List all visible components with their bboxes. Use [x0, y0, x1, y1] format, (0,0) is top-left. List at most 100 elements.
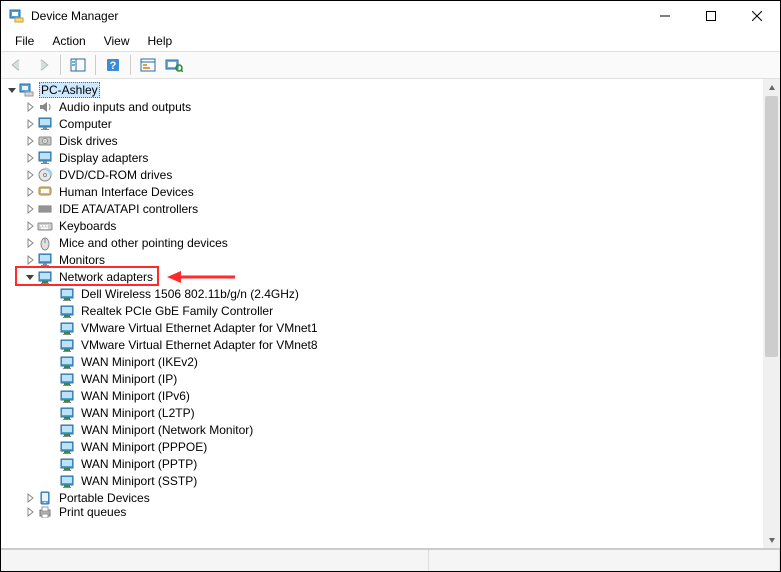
tree-label: Network adapters: [57, 270, 155, 284]
tree-row-cat-7[interactable]: Keyboards: [1, 217, 763, 234]
nic-icon: [59, 303, 75, 319]
toolbar: ?: [1, 51, 780, 79]
tree-label: Display adapters: [57, 151, 150, 165]
tree-row-cat-0[interactable]: Audio inputs and outputs: [1, 98, 763, 115]
nic-icon: [59, 388, 75, 404]
show-hide-tree-button[interactable]: [66, 54, 90, 76]
properties-button[interactable]: [136, 54, 160, 76]
tree-label: Computer: [57, 117, 114, 131]
tree-row-cat-1[interactable]: Computer: [1, 115, 763, 132]
device-tree[interactable]: PC-Ashley Audio inputs and outputs Compute…: [1, 79, 763, 548]
portable-icon: [37, 490, 53, 506]
status-cell: [1, 550, 429, 571]
tree-row-cat-10-child-3[interactable]: VMware Virtual Ethernet Adapter for VMne…: [1, 336, 763, 353]
tree-label: DVD/CD-ROM drives: [57, 168, 174, 182]
tree-row-cat-10-child-2[interactable]: VMware Virtual Ethernet Adapter for VMne…: [1, 319, 763, 336]
menu-view[interactable]: View: [96, 32, 138, 50]
monitor-icon: [37, 150, 53, 166]
tree-row-cat-10-child-5[interactable]: WAN Miniport (IP): [1, 370, 763, 387]
tree-row-cat-10-child-1[interactable]: Realtek PCIe GbE Family Controller: [1, 302, 763, 319]
menu-action[interactable]: Action: [44, 32, 93, 50]
nic-icon: [59, 371, 75, 387]
close-button[interactable]: [734, 1, 780, 31]
tree-row-cat-8[interactable]: Mice and other pointing devices: [1, 234, 763, 251]
tree-label: Keyboards: [57, 219, 118, 233]
tree-row-cat-10-child-8[interactable]: WAN Miniport (Network Monitor): [1, 421, 763, 438]
scroll-down-button[interactable]: [763, 531, 780, 548]
tree-row-cat-10-child-6[interactable]: WAN Miniport (IPv6): [1, 387, 763, 404]
tree-label: Portable Devices: [57, 491, 152, 505]
back-button[interactable]: [5, 54, 29, 76]
tree-row-cat-10[interactable]: Network adapters: [1, 268, 763, 285]
pc-icon: [19, 82, 35, 98]
speaker-icon: [37, 99, 53, 115]
tree-row-cat-10-child-9[interactable]: WAN Miniport (PPPOE): [1, 438, 763, 455]
svg-text:?: ?: [110, 60, 117, 72]
tree-label: WAN Miniport (SSTP): [79, 474, 199, 488]
nic-icon: [59, 439, 75, 455]
tree-label: WAN Miniport (IPv6): [79, 389, 192, 403]
nic-icon: [59, 320, 75, 336]
toolbar-separator: [60, 55, 61, 75]
nic-icon: [59, 473, 75, 489]
scroll-up-button[interactable]: [763, 79, 780, 96]
tree-row-cat-6[interactable]: IDE ATA/ATAPI controllers: [1, 200, 763, 217]
tree-row-cat-11[interactable]: Portable Devices: [1, 489, 763, 506]
mouse-icon: [37, 235, 53, 251]
tree-label: WAN Miniport (L2TP): [79, 406, 197, 420]
tree-row-cat-10-child-7[interactable]: WAN Miniport (L2TP): [1, 404, 763, 421]
tree-row-cat-5[interactable]: Human Interface Devices: [1, 183, 763, 200]
nic-icon: [59, 405, 75, 421]
monitor-icon: [37, 252, 53, 268]
tree-label: Disk drives: [57, 134, 120, 148]
tree-label: WAN Miniport (PPPOE): [79, 440, 209, 454]
tree-row-cat-9[interactable]: Monitors: [1, 251, 763, 268]
tree-row-cat-10-child-11[interactable]: WAN Miniport (SSTP): [1, 472, 763, 489]
keyboard-icon: [37, 218, 53, 234]
minimize-button[interactable]: [642, 1, 688, 31]
help-button[interactable]: ?: [101, 54, 125, 76]
window-title: Device Manager: [31, 9, 118, 23]
tree-row-root[interactable]: PC-Ashley: [1, 81, 763, 98]
scroll-thumb[interactable]: [765, 96, 778, 357]
tree-label: PC-Ashley: [39, 82, 100, 98]
tree-label: Realtek PCIe GbE Family Controller: [79, 304, 275, 318]
tree-row-cat-3[interactable]: Display adapters: [1, 149, 763, 166]
app-icon: [9, 8, 25, 24]
tree-label: WAN Miniport (Network Monitor): [79, 423, 255, 437]
monitor-icon: [37, 116, 53, 132]
tree-row-cat-12[interactable]: Print queues: [1, 506, 763, 518]
hid-icon: [37, 184, 53, 200]
disc-icon: [37, 167, 53, 183]
tree-row-cat-2[interactable]: Disk drives: [1, 132, 763, 149]
tree-row-cat-10-child-10[interactable]: WAN Miniport (PPTP): [1, 455, 763, 472]
toolbar-separator: [130, 55, 131, 75]
disk-icon: [37, 133, 53, 149]
tree-label: Audio inputs and outputs: [57, 100, 193, 114]
tree-label: WAN Miniport (IP): [79, 372, 179, 386]
tree-label: Mice and other pointing devices: [57, 236, 230, 250]
scroll-track[interactable]: [763, 96, 780, 531]
ide-icon: [37, 201, 53, 217]
menu-file[interactable]: File: [7, 32, 42, 50]
tree-label: VMware Virtual Ethernet Adapter for VMne…: [79, 338, 320, 352]
tree-row-cat-4[interactable]: DVD/CD-ROM drives: [1, 166, 763, 183]
tree-row-cat-10-child-4[interactable]: WAN Miniport (IKEv2): [1, 353, 763, 370]
menubar: File Action View Help: [1, 31, 780, 51]
printer-icon: [37, 506, 53, 518]
vertical-scrollbar[interactable]: [763, 79, 780, 548]
tree-label: Monitors: [57, 253, 107, 267]
menu-help[interactable]: Help: [140, 32, 181, 50]
toolbar-separator: [95, 55, 96, 75]
tree-label: VMware Virtual Ethernet Adapter for VMne…: [79, 321, 320, 335]
status-cell: [429, 550, 780, 571]
tree-label: WAN Miniport (PPTP): [79, 457, 199, 471]
tree-label: Human Interface Devices: [57, 185, 196, 199]
scan-hardware-button[interactable]: [162, 54, 186, 76]
tree-label: IDE ATA/ATAPI controllers: [57, 202, 200, 216]
tree-row-cat-10-child-0[interactable]: Dell Wireless 1506 802.11b/g/n (2.4GHz): [1, 285, 763, 302]
tree-label: Dell Wireless 1506 802.11b/g/n (2.4GHz): [79, 287, 301, 301]
tree-label: Print queues: [57, 506, 128, 518]
forward-button[interactable]: [31, 54, 55, 76]
maximize-button[interactable]: [688, 1, 734, 31]
